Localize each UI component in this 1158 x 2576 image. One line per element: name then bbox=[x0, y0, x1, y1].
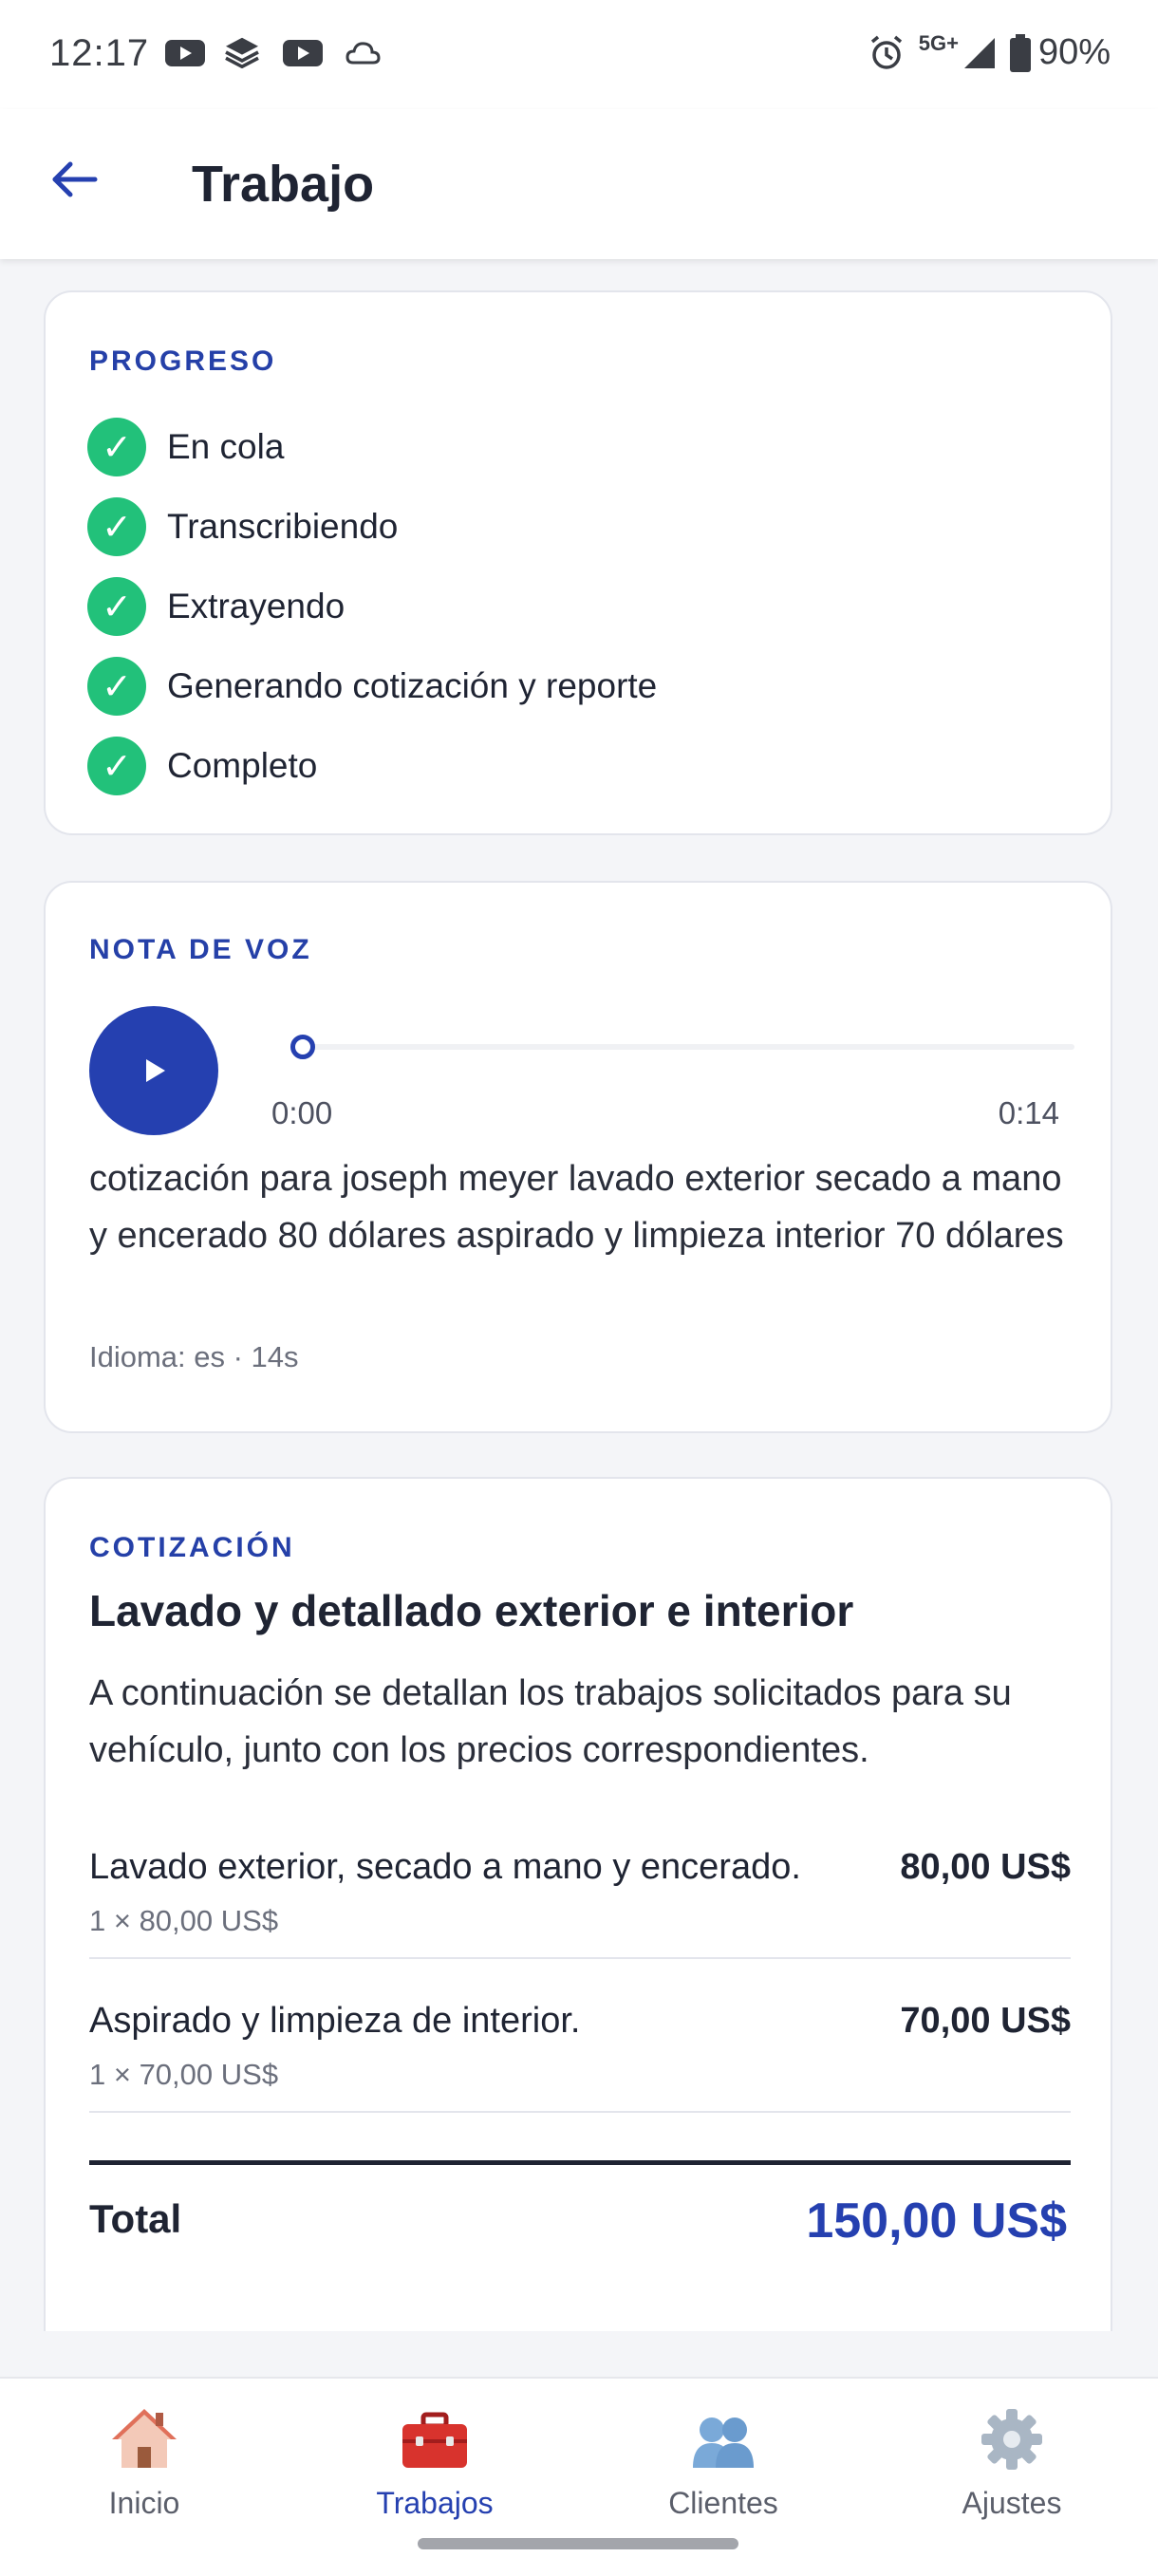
quote-label: COTIZACIÓN bbox=[89, 1532, 295, 1563]
gear-icon bbox=[981, 2409, 1042, 2470]
item-name: Aspirado y limpieza de interior. bbox=[89, 2001, 581, 2041]
play-button[interactable] bbox=[89, 1006, 218, 1135]
youtube-icon bbox=[165, 40, 205, 66]
step-label: Generando cotización y reporte bbox=[167, 666, 658, 705]
play-icon bbox=[146, 1059, 165, 1082]
status-right: 5G+ 90% bbox=[868, 30, 1111, 73]
home-indicator[interactable] bbox=[418, 2538, 738, 2549]
battery-level: 90% bbox=[1037, 32, 1111, 72]
people-icon bbox=[693, 2417, 754, 2468]
check-icon: ✓ bbox=[87, 577, 146, 636]
total-value: 150,00 US$ bbox=[806, 2193, 1067, 2249]
alarm-icon bbox=[870, 35, 902, 69]
nav-item-trabajos[interactable]: Trabajos bbox=[340, 2405, 530, 2521]
total-divider bbox=[89, 2160, 1071, 2165]
cloud-icon bbox=[346, 42, 381, 65]
nav-label: Trabajos bbox=[376, 2486, 494, 2520]
progress-step: ✓ En cola bbox=[87, 418, 284, 476]
check-icon: ✓ bbox=[87, 737, 146, 795]
transcript-text: cotización para joseph meyer lavado exte… bbox=[89, 1159, 1064, 1256]
step-label: Transcribiendo bbox=[167, 507, 399, 546]
progress-step: ✓ Transcribiendo bbox=[87, 497, 398, 556]
app-bar: Trabajo bbox=[0, 109, 1158, 259]
total-label: Total bbox=[89, 2196, 182, 2241]
progress-label: PROGRESO bbox=[89, 345, 277, 377]
quote-title: Lavado y detallado exterior e interior bbox=[89, 1586, 854, 1635]
signal-icon bbox=[963, 37, 995, 68]
house-icon bbox=[112, 2409, 177, 2468]
status-bar: 12:17 5G+ 90% bbox=[0, 0, 1158, 109]
youtube-icon bbox=[283, 40, 323, 66]
nav-item-clientes[interactable]: Clientes bbox=[628, 2405, 818, 2521]
page-title: Trabajo bbox=[192, 156, 375, 213]
nav-label: Ajustes bbox=[962, 2486, 1062, 2520]
step-label: En cola bbox=[167, 427, 285, 466]
nav-label: Clientes bbox=[668, 2486, 778, 2520]
nav-item-ajustes[interactable]: Ajustes bbox=[917, 2405, 1107, 2521]
layers-icon bbox=[225, 37, 259, 68]
progress-step: ✓ Completo bbox=[87, 737, 317, 795]
item-name: Lavado exterior, secado a mano y encerad… bbox=[89, 1847, 801, 1887]
quote-line-item: Aspirado y limpieza de interior. 70,00 U… bbox=[89, 2001, 1071, 2113]
audio-seek-thumb[interactable] bbox=[290, 1035, 315, 1059]
step-label: Completo bbox=[167, 746, 318, 785]
quote-description: A continuación se detallan los trabajos … bbox=[89, 1673, 1012, 1770]
item-price: 70,00 US$ bbox=[900, 2001, 1071, 2041]
progress-card: PROGRESO ✓ En cola ✓ Transcribiendo ✓ Ex… bbox=[44, 290, 1112, 835]
progress-step: ✓ Extrayendo bbox=[87, 577, 345, 636]
item-quantity: 1 × 70,00 US$ bbox=[89, 2058, 279, 2091]
voice-note-label: NOTA DE VOZ bbox=[89, 934, 312, 965]
quote-line-item: Lavado exterior, secado a mano y encerad… bbox=[89, 1847, 1071, 1959]
progress-step: ✓ Generando cotización y reporte bbox=[87, 657, 657, 716]
battery-icon bbox=[1009, 33, 1031, 72]
check-icon: ✓ bbox=[87, 418, 146, 476]
transcript-meta: Idioma: es · 14s bbox=[89, 1340, 299, 1373]
status-time: 12:17 bbox=[49, 32, 150, 74]
quote-card: COTIZACIÓN Lavado y detallado exterior e… bbox=[44, 1477, 1112, 2331]
check-icon: ✓ bbox=[87, 497, 146, 556]
network-type: 5G+ bbox=[918, 30, 959, 55]
nav-item-inicio[interactable]: Inicio bbox=[49, 2405, 239, 2521]
voice-note-card: NOTA DE VOZ 0:00 0:14 cotización para jo… bbox=[44, 881, 1112, 1433]
back-arrow-icon[interactable] bbox=[40, 145, 108, 214]
nav-label: Inicio bbox=[108, 2486, 180, 2520]
item-price: 80,00 US$ bbox=[900, 1847, 1071, 1887]
check-icon: ✓ bbox=[87, 657, 146, 716]
duration: 0:14 bbox=[998, 1095, 1059, 1130]
current-time: 0:00 bbox=[271, 1095, 333, 1130]
audio-seek-track[interactable] bbox=[302, 1044, 1074, 1050]
toolbox-icon bbox=[402, 2412, 467, 2468]
item-quantity: 1 × 80,00 US$ bbox=[89, 1904, 279, 1937]
step-label: Extrayendo bbox=[167, 587, 346, 625]
